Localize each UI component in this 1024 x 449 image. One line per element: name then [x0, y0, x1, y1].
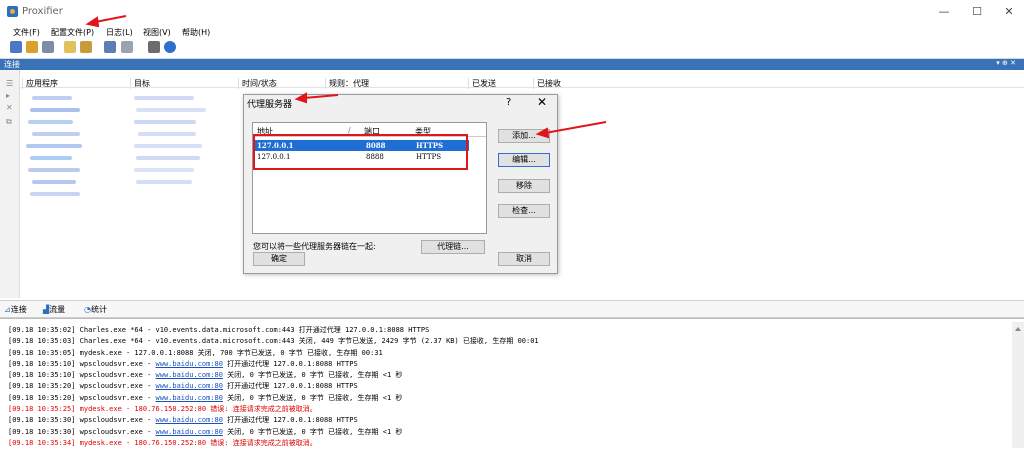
annotation-arrow-dialog	[303, 94, 339, 99]
annotation-arrowhead	[85, 16, 100, 28]
annotation-arrowhead	[294, 92, 307, 104]
annotation-arrowhead	[535, 127, 550, 139]
annotation-arrow-menu	[94, 15, 127, 23]
annotation-overlay	[85, 15, 607, 139]
annotation-arrow-add	[544, 121, 607, 134]
